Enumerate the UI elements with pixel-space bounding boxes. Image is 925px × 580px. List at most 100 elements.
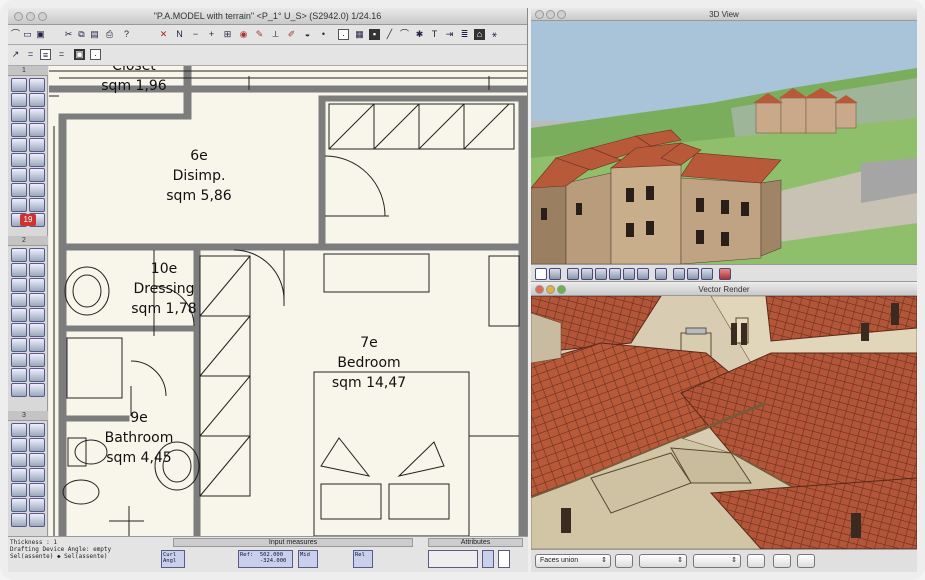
pencil-icon[interactable]: ✐ [286,29,297,40]
wall-tool-icon[interactable] [11,353,27,367]
magnet-icon[interactable]: ⌂ [474,29,485,40]
stair-tool-icon[interactable] [29,513,45,527]
door-tool-icon[interactable] [29,498,45,512]
stop-icon[interactable] [719,268,731,280]
equal2-icon[interactable]: = [56,49,67,60]
stair-tool-icon[interactable] [29,168,45,182]
wall-tool-icon[interactable] [11,93,27,107]
select-tool-icon[interactable] [11,483,27,497]
stair-tool-icon[interactable] [29,108,45,122]
menu-icon[interactable]: ⌒ [10,29,21,40]
door-tool-icon[interactable] [29,153,45,167]
plus-icon[interactable]: + [206,29,217,40]
vector-render-titlebar[interactable]: Vector Render [531,283,917,296]
render-icon[interactable] [673,268,685,280]
pointer-icon[interactable] [535,268,547,280]
select-icon[interactable]: ▪ [369,29,380,40]
wall-tool-icon[interactable] [11,438,27,452]
palette-section-header[interactable]: 3 [8,411,48,421]
window-tool-icon[interactable] [11,513,27,527]
select-tool-icon[interactable] [11,198,27,212]
floor-plan-canvas[interactable]: Closet sqm 1,96 6e Disimp. sqm 5,86 10e … [49,66,527,536]
mid-field[interactable]: Mid [298,550,318,568]
roof-tool-icon[interactable] [11,323,27,337]
roof-tool-icon[interactable] [11,263,27,277]
roof-tool-icon[interactable] [11,123,27,137]
align-icon[interactable]: ≡ [40,49,51,60]
select-tool-icon[interactable] [11,78,27,92]
grid-icon[interactable]: ⊞ [222,29,233,40]
wall-tool-icon[interactable] [11,293,27,307]
roof-tool-icon[interactable] [11,183,27,197]
help-icon[interactable]: ? [121,29,132,40]
dim-tool-icon[interactable] [29,123,45,137]
roof-tool-icon[interactable] [11,468,27,482]
snap-icon[interactable]: ✱ [414,29,425,40]
3d-view-titlebar[interactable]: 3D View [531,8,917,21]
sun-icon[interactable] [687,268,699,280]
line-tool-icon[interactable] [29,278,45,292]
close-icon[interactable] [535,10,544,19]
stair-tool-icon[interactable] [29,368,45,382]
copy-icon[interactable] [773,554,791,568]
dropdown-icon[interactable] [498,550,510,568]
camera-icon[interactable]: ◉ [238,29,249,40]
window-tool-icon[interactable] [11,108,27,122]
paint-bucket-icon[interactable] [615,554,633,568]
3d-scene[interactable] [531,8,917,264]
curl-angle-field[interactable]: Curl Angl [161,550,185,568]
wand-icon[interactable]: ⚹ [489,29,500,40]
wall-tool-icon[interactable] [11,498,27,512]
option-icon[interactable]: · [90,49,101,60]
faces-union-dropdown[interactable]: Faces union ⇕ [535,554,611,568]
palette-section-header[interactable]: 2 [8,236,48,246]
roof-tool-icon[interactable] [11,383,27,397]
equal-icon[interactable]: = [25,49,36,60]
window-tool-icon[interactable] [11,453,27,467]
cut-icon[interactable]: ✂ [63,29,74,40]
vector-render-scene[interactable] [531,283,917,549]
zoom-icon[interactable] [557,285,566,294]
zoom-out-icon[interactable] [609,268,621,280]
n-icon[interactable]: N [174,29,185,40]
select-tool-icon[interactable] [11,278,27,292]
arc-icon[interactable]: ⌒ [399,29,410,40]
select-tool-icon[interactable] [11,338,27,352]
dim-tool-icon[interactable] [29,183,45,197]
cad-window-titlebar[interactable]: "P.A.MODEL with terrain" <P_1° U_S> (S29… [8,8,527,25]
fill-icon[interactable]: ◒ [302,29,313,40]
wall-tool-icon[interactable] [11,153,27,167]
hatch-icon[interactable]: ▦ [354,29,365,40]
shading-dropdown[interactable]: ⇕ [639,554,687,568]
fly-icon[interactable] [637,268,649,280]
minimize-icon[interactable] [546,285,555,294]
select-tool-icon[interactable] [11,423,27,437]
door-tool-icon[interactable] [29,93,45,107]
stair-tool-icon[interactable] [29,248,45,262]
window-tool-icon[interactable] [11,248,27,262]
minimize-icon[interactable] [546,10,555,19]
line-tool-icon[interactable] [29,138,45,152]
minus-icon[interactable]: − [190,29,201,40]
walk-icon[interactable] [623,268,635,280]
select-tool-icon[interactable] [11,138,27,152]
close-icon[interactable] [535,285,544,294]
line-tool-icon[interactable] [29,423,45,437]
minimize-icon[interactable] [26,12,35,21]
window-tool-icon[interactable] [11,168,27,182]
zoom-in-icon[interactable] [595,268,607,280]
layer-icon[interactable]: ≣ [459,29,470,40]
zoom-icon[interactable] [557,10,566,19]
dimension-icon[interactable]: ⇥ [444,29,455,40]
window-tool-icon[interactable] [11,368,27,382]
dim-tool-icon[interactable] [29,383,45,397]
dot-icon[interactable]: • [318,29,329,40]
window-tool-icon[interactable] [11,308,27,322]
zoom-icon[interactable] [38,12,47,21]
line-tool-icon[interactable] [29,338,45,352]
rel-field[interactable]: Rel [353,550,373,568]
paint-icon[interactable]: ✎ [254,29,265,40]
open-icon[interactable]: ▭ [22,29,33,40]
arrow-icon[interactable]: ↗ [10,49,21,60]
view-icon[interactable]: ▣ [74,49,85,60]
